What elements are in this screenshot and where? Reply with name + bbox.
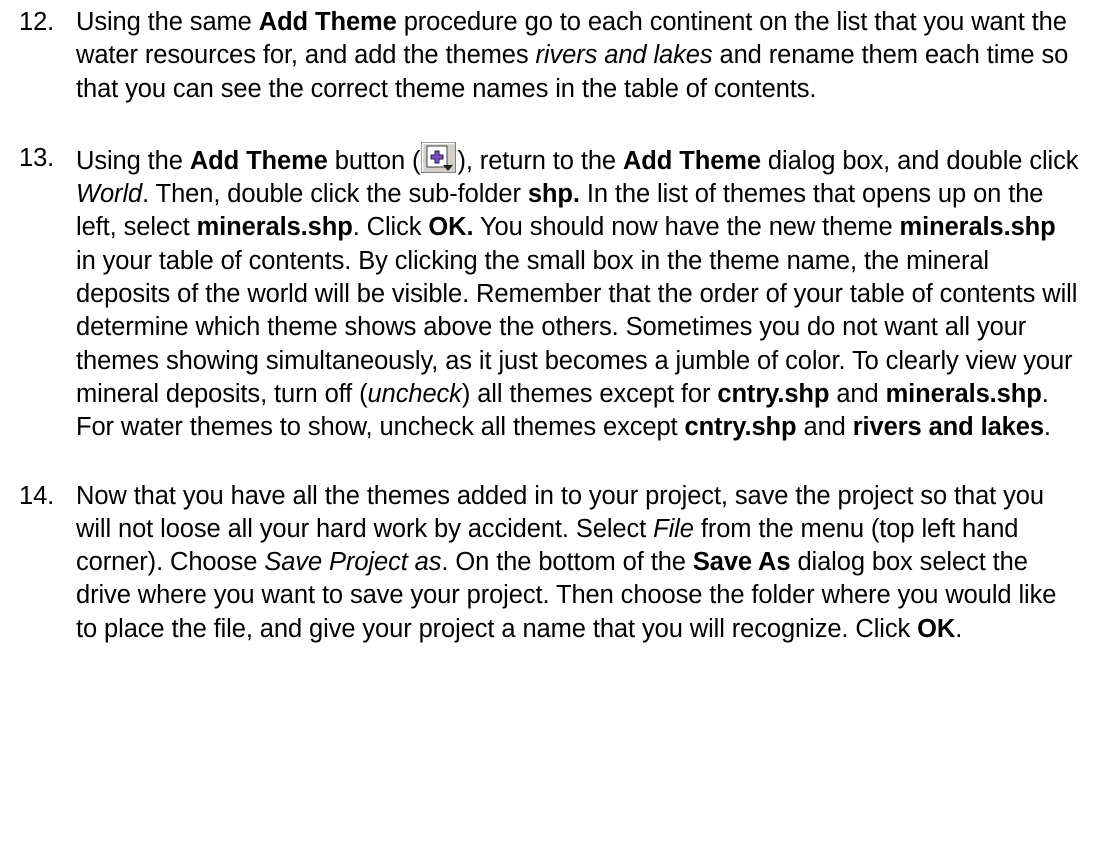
step-text: . [1043, 413, 1051, 442]
step-text: . On the bottom of the [441, 548, 693, 577]
step-number: 12. [19, 8, 55, 36]
emphasis-bold: shp. [527, 180, 580, 209]
emphasis-italic: uncheck [367, 379, 462, 408]
step-text: . Then, double click the sub-folder [142, 180, 528, 209]
emphasis-bold: minerals.shp [885, 379, 1042, 408]
step-text: ) all themes except for [461, 379, 718, 408]
emphasis-bold: rivers and lakes [852, 413, 1044, 442]
instruction-list: 12. Using the same Add Theme procedure go… [0, 0, 1100, 646]
emphasis-italic: Save Project as [264, 548, 442, 577]
emphasis-italic: File [653, 514, 694, 543]
step-text: ), return to the [457, 146, 623, 175]
emphasis-bold: minerals.shp [196, 213, 353, 242]
emphasis-bold: cntry.shp [684, 413, 797, 442]
step-text: You should now have the new theme [473, 213, 900, 242]
step-number: 13. [19, 143, 55, 172]
step-text: and [829, 379, 886, 408]
step-text: dialog box, and double click [760, 146, 1079, 175]
step-text: . [955, 614, 963, 643]
emphasis-bold: cntry.shp [717, 379, 830, 408]
emphasis-italic: World [76, 180, 143, 209]
step-12: 12. Using the same Add Theme procedure go… [0, 6, 1100, 106]
emphasis-bold: Add Theme [258, 8, 397, 36]
emphasis-bold: Save As [692, 548, 791, 577]
step-text: Using the [76, 146, 190, 175]
step-13: 13. Using the Add Theme button ( ), return… [0, 141, 1100, 445]
emphasis-bold: OK. [428, 213, 474, 242]
step-text: Using the same [76, 8, 259, 36]
step-text: and [796, 413, 853, 442]
step-text: button ( [327, 146, 421, 175]
emphasis-bold: Add Theme [622, 146, 761, 175]
emphasis-italic: rivers and lakes [535, 41, 713, 70]
emphasis-bold: Add Theme [189, 146, 328, 175]
step-text: . Click [352, 213, 429, 242]
step-number: 14. [19, 481, 55, 510]
add-theme-icon [421, 141, 457, 173]
step-14: 14. Now that you have all the themes adde… [0, 480, 1100, 646]
emphasis-bold: minerals.shp [899, 213, 1056, 242]
emphasis-bold: OK [917, 614, 956, 643]
